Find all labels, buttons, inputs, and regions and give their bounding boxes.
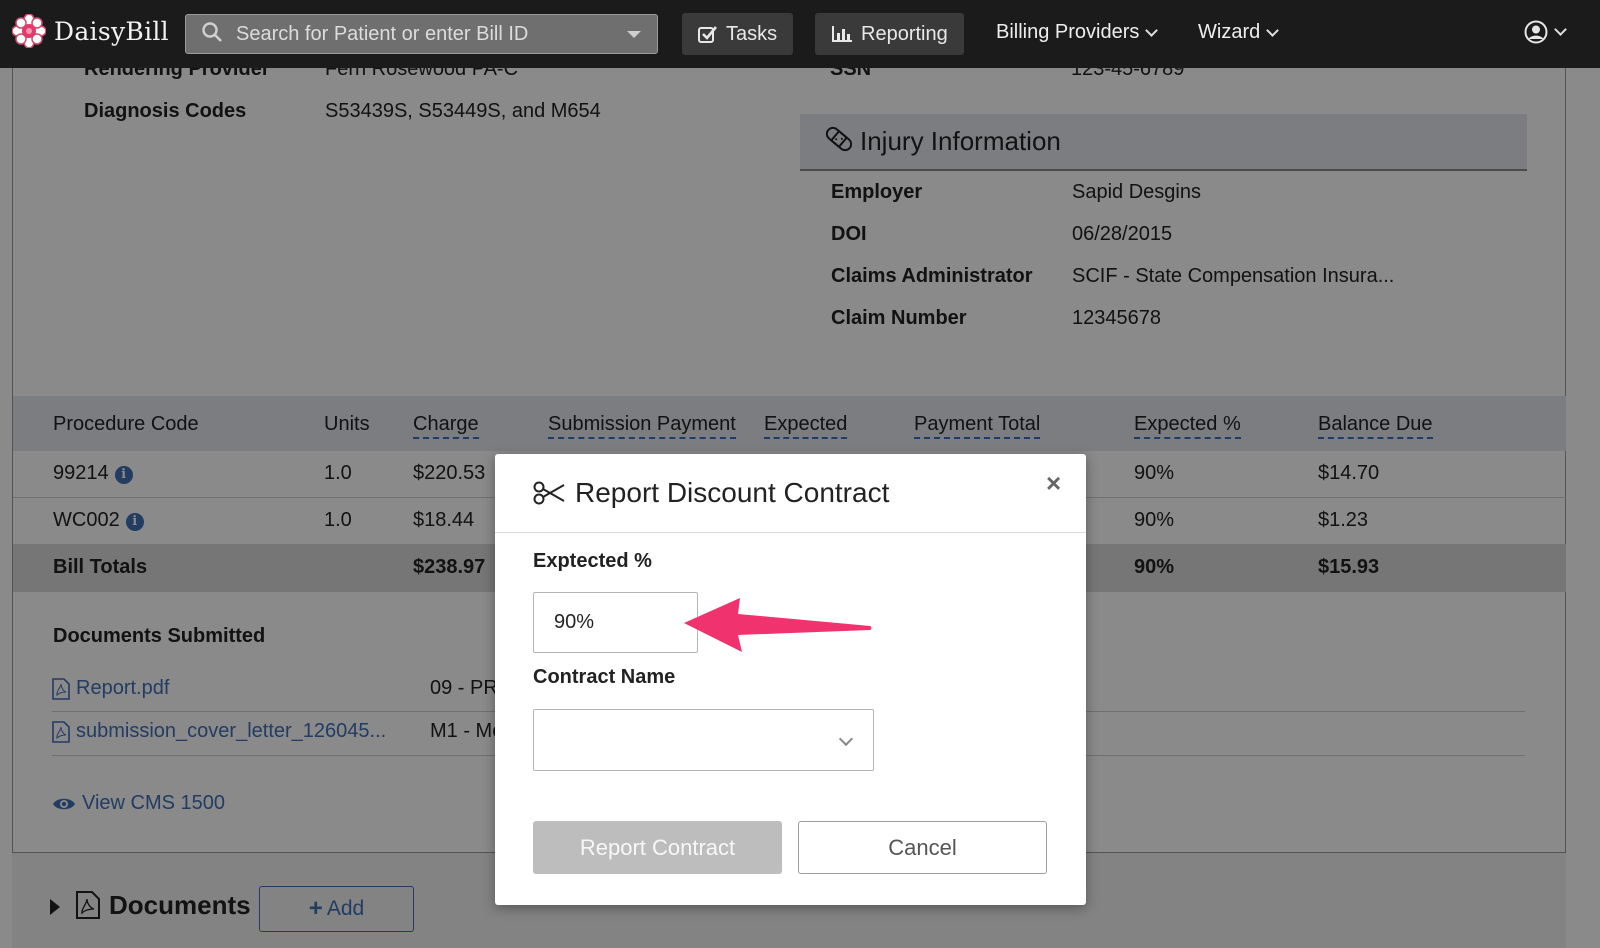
top-navbar: DaisyBill Search for Patient or enter Bi…	[0, 0, 1600, 68]
close-icon[interactable]: ×	[1046, 468, 1061, 499]
search-dropdown-icon[interactable]	[627, 30, 641, 38]
tasks-button[interactable]: Tasks	[682, 13, 794, 55]
billing-providers-menu[interactable]: Billing Providers	[996, 21, 1159, 44]
tasks-label: Tasks	[726, 22, 778, 45]
checkbox-icon	[698, 26, 718, 43]
chevron-down-icon	[838, 731, 854, 747]
brand-name: DaisyBill	[54, 16, 169, 46]
expected-percent-input[interactable]: 90%	[533, 592, 698, 653]
chevron-down-icon	[1145, 23, 1159, 37]
brand-logo[interactable]: DaisyBill	[11, 13, 169, 49]
search-input[interactable]: Search for Patient or enter Bill ID	[185, 14, 658, 54]
chevron-down-icon	[1554, 23, 1567, 36]
report-contract-button[interactable]: Report Contract	[533, 821, 782, 874]
annotation-arrow-icon	[684, 598, 872, 652]
daisy-icon	[11, 13, 47, 49]
user-avatar-icon	[1524, 20, 1548, 44]
reporting-label: Reporting	[861, 22, 948, 45]
expected-percent-label: Exptected %	[533, 550, 652, 572]
bar-chart-icon	[832, 26, 852, 42]
wizard-menu[interactable]: Wizard	[1198, 21, 1280, 44]
modal-title: Report Discount Contract	[575, 477, 890, 508]
chevron-down-icon	[1266, 23, 1280, 37]
wizard-label: Wizard	[1198, 21, 1261, 43]
search-placeholder: Search for Patient or enter Bill ID	[236, 22, 529, 45]
modal-header: Report Discount Contract ×	[495, 454, 1086, 533]
scissors-icon	[533, 481, 565, 505]
report-discount-contract-modal: Report Discount Contract × Exptected % 9…	[495, 454, 1086, 905]
user-menu[interactable]	[1524, 20, 1567, 44]
reporting-button[interactable]: Reporting	[815, 13, 964, 55]
contract-name-select[interactable]	[533, 709, 874, 771]
search-icon	[202, 21, 222, 47]
cancel-button[interactable]: Cancel	[798, 821, 1047, 874]
contract-name-label: Contract Name	[533, 666, 676, 688]
billing-providers-label: Billing Providers	[996, 21, 1140, 43]
